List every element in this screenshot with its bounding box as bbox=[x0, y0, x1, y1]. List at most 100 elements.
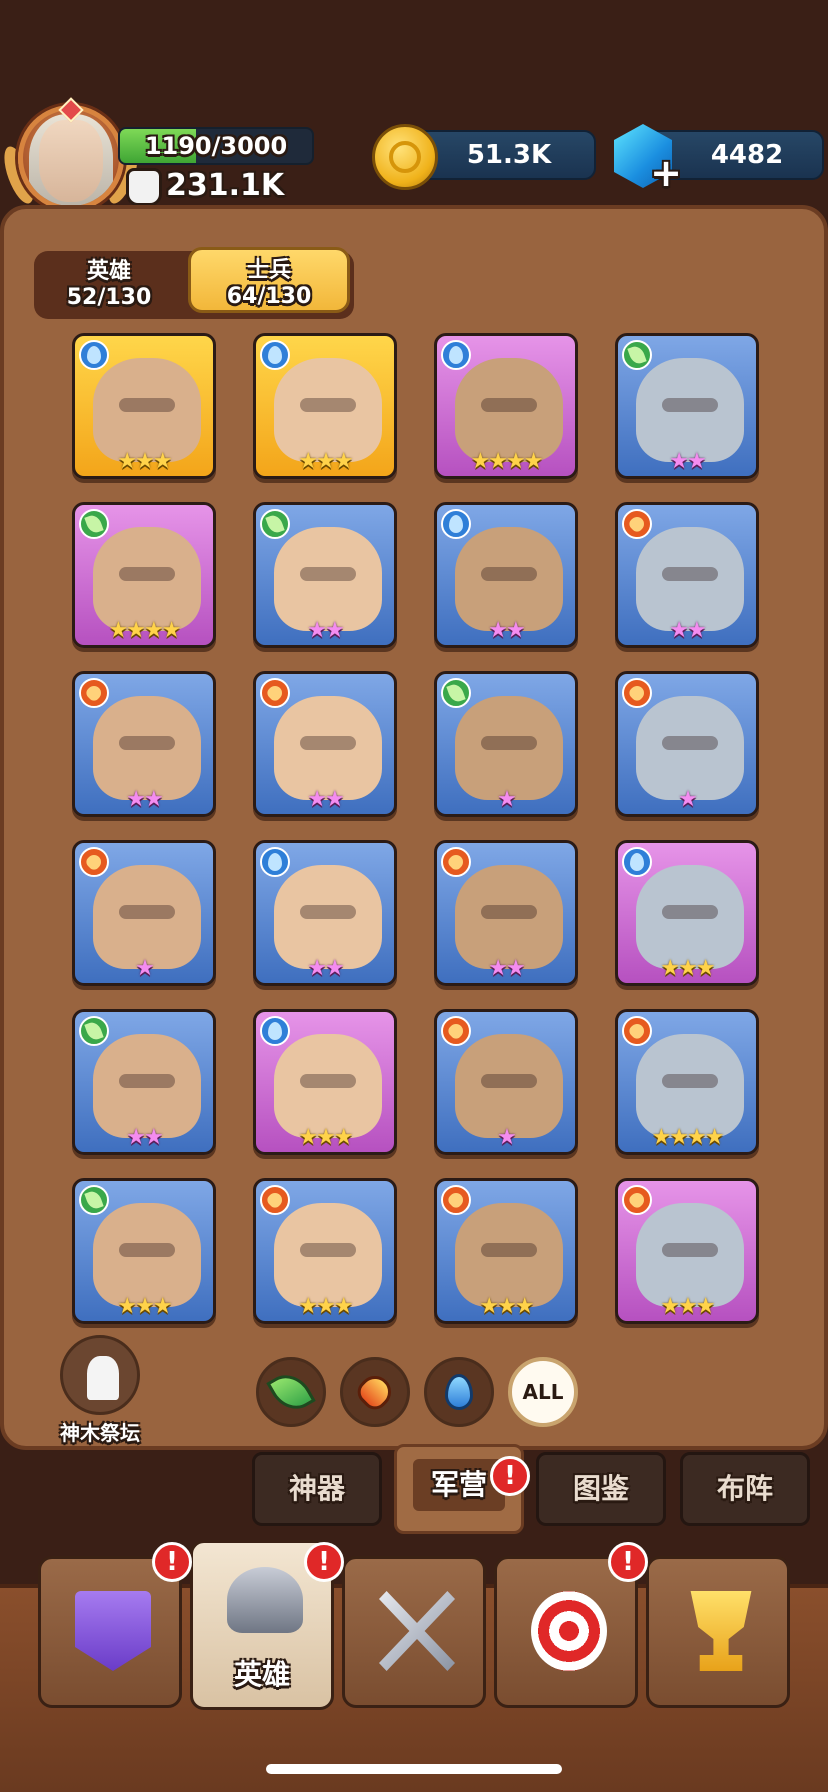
nav-battle-button[interactable] bbox=[342, 1556, 486, 1708]
unit-card[interactable]: ★★ bbox=[72, 1009, 216, 1155]
unit-portrait bbox=[93, 696, 201, 800]
water-drop-icon bbox=[441, 509, 471, 539]
tab-formation[interactable]: 布阵 bbox=[680, 1452, 810, 1526]
nav-trophy-button[interactable] bbox=[646, 1556, 790, 1708]
unit-portrait bbox=[636, 527, 744, 631]
filter-fire-button[interactable] bbox=[340, 1357, 410, 1427]
filter-all-button[interactable]: ALL bbox=[508, 1357, 578, 1427]
fire-icon bbox=[622, 678, 652, 708]
unit-card[interactable]: ★★★ bbox=[72, 333, 216, 479]
unit-card[interactable]: ★★★ bbox=[253, 333, 397, 479]
coin-emblem bbox=[389, 141, 421, 173]
unit-card[interactable]: ★ bbox=[434, 671, 578, 817]
star-rating: ★★ bbox=[126, 1125, 163, 1150]
nav-quests-alert-badge: ! bbox=[608, 1542, 648, 1582]
tab-soldiers-label: 士兵 bbox=[246, 258, 291, 283]
home-indicator bbox=[266, 1764, 562, 1774]
trophy-icon bbox=[690, 1591, 752, 1671]
fire-icon bbox=[352, 1369, 398, 1415]
filter-all-label: ALL bbox=[522, 1380, 564, 1404]
tab-artifacts[interactable]: 神器 bbox=[252, 1452, 382, 1526]
unit-card[interactable]: ★★ bbox=[253, 671, 397, 817]
nav-heroes-label: 英雄 bbox=[233, 1658, 290, 1691]
unit-portrait bbox=[274, 1034, 382, 1138]
star-rating: ★★ bbox=[307, 787, 344, 812]
water-drop-icon bbox=[260, 340, 290, 370]
unit-portrait bbox=[274, 696, 382, 800]
tab-soldiers[interactable]: 士兵 64/130 bbox=[188, 247, 350, 313]
leaf-icon bbox=[79, 1185, 109, 1215]
star-rating: ★ bbox=[678, 787, 698, 812]
unit-card[interactable]: ★★ bbox=[434, 840, 578, 986]
unit-card[interactable]: ★ bbox=[72, 840, 216, 986]
water-drop-icon bbox=[260, 1016, 290, 1046]
target-arrow-icon bbox=[531, 1591, 607, 1671]
unit-card[interactable]: ★ bbox=[615, 671, 759, 817]
unit-card[interactable]: ★★★★ bbox=[615, 1009, 759, 1155]
unit-portrait bbox=[93, 1203, 201, 1307]
crossed-swords-icon bbox=[379, 1591, 455, 1671]
unit-card[interactable]: ★★★★ bbox=[434, 333, 578, 479]
unit-card[interactable]: ★★ bbox=[72, 671, 216, 817]
filter-water-button[interactable] bbox=[424, 1357, 494, 1427]
unit-card[interactable]: ★★ bbox=[434, 502, 578, 648]
star-rating: ★★★ bbox=[298, 449, 353, 474]
star-rating: ★★★★ bbox=[470, 449, 544, 474]
star-rating: ★ bbox=[497, 1125, 517, 1150]
unit-portrait bbox=[455, 527, 563, 631]
roster-tab-toggle: 英雄 52/130 士兵 64/130 bbox=[34, 247, 354, 319]
fire-icon bbox=[622, 1185, 652, 1215]
fire-icon bbox=[622, 509, 652, 539]
unit-card[interactable]: ★★ bbox=[253, 840, 397, 986]
unit-portrait bbox=[455, 1203, 563, 1307]
unit-card[interactable]: ★★ bbox=[253, 502, 397, 648]
unit-card[interactable]: ★★★ bbox=[434, 1178, 578, 1324]
xp-text: 1190/3000 bbox=[144, 132, 288, 160]
star-rating: ★★★ bbox=[660, 956, 715, 981]
unit-portrait bbox=[93, 1034, 201, 1138]
tab-heroes-label: 英雄 bbox=[86, 259, 131, 284]
unit-portrait bbox=[455, 696, 563, 800]
unit-card[interactable]: ★★★★ bbox=[72, 502, 216, 648]
unit-card[interactable]: ★★ bbox=[615, 333, 759, 479]
star-rating: ★★★ bbox=[660, 1294, 715, 1319]
add-gems-plus-icon[interactable]: + bbox=[648, 154, 684, 192]
unit-portrait bbox=[636, 358, 744, 462]
unit-card[interactable]: ★★★ bbox=[615, 1178, 759, 1324]
unit-card[interactable]: ★ bbox=[434, 1009, 578, 1155]
star-rating: ★★★★ bbox=[651, 1125, 725, 1150]
unit-card[interactable]: ★★★ bbox=[253, 1009, 397, 1155]
tab-heroes[interactable]: 英雄 52/130 bbox=[34, 251, 184, 319]
unit-portrait bbox=[455, 865, 563, 969]
unit-card[interactable]: ★★★ bbox=[253, 1178, 397, 1324]
roster-panel: 英雄 52/130 士兵 64/130 ★★★ ★★★ ★★★★ ★★ ★★★★ ★★ ★★… bbox=[0, 205, 828, 1450]
star-rating: ★★ bbox=[669, 618, 706, 643]
unit-card[interactable]: ★★ bbox=[615, 502, 759, 648]
star-rating: ★★★★ bbox=[108, 618, 182, 643]
viking-helmet-icon bbox=[227, 1567, 303, 1633]
barracks-alert-badge: ! bbox=[490, 1456, 530, 1496]
unit-portrait bbox=[274, 865, 382, 969]
filter-leaf-button[interactable] bbox=[256, 1357, 326, 1427]
avatar-face bbox=[39, 120, 103, 202]
unit-portrait bbox=[636, 696, 744, 800]
unit-portrait bbox=[274, 527, 382, 631]
banner-sword-icon bbox=[75, 1591, 151, 1671]
unit-portrait bbox=[455, 1034, 563, 1138]
fire-icon bbox=[260, 1185, 290, 1215]
sacred-tree-altar[interactable]: 神木祭坛 bbox=[50, 1335, 150, 1446]
leaf-icon bbox=[441, 678, 471, 708]
star-rating: ★★ bbox=[126, 787, 163, 812]
star-rating: ★★★ bbox=[117, 1294, 172, 1319]
power-value: 231.1K bbox=[166, 168, 285, 203]
star-rating: ★★ bbox=[488, 618, 525, 643]
unit-portrait bbox=[636, 1203, 744, 1307]
fire-icon bbox=[622, 1016, 652, 1046]
fire-icon bbox=[79, 847, 109, 877]
unit-card[interactable]: ★★★ bbox=[72, 1178, 216, 1324]
altar-label: 神木祭坛 bbox=[60, 1421, 140, 1445]
tab-collection[interactable]: 图鉴 bbox=[536, 1452, 666, 1526]
unit-card[interactable]: ★★★ bbox=[615, 840, 759, 986]
leaf-icon bbox=[79, 1016, 109, 1046]
unit-portrait bbox=[636, 1034, 744, 1138]
